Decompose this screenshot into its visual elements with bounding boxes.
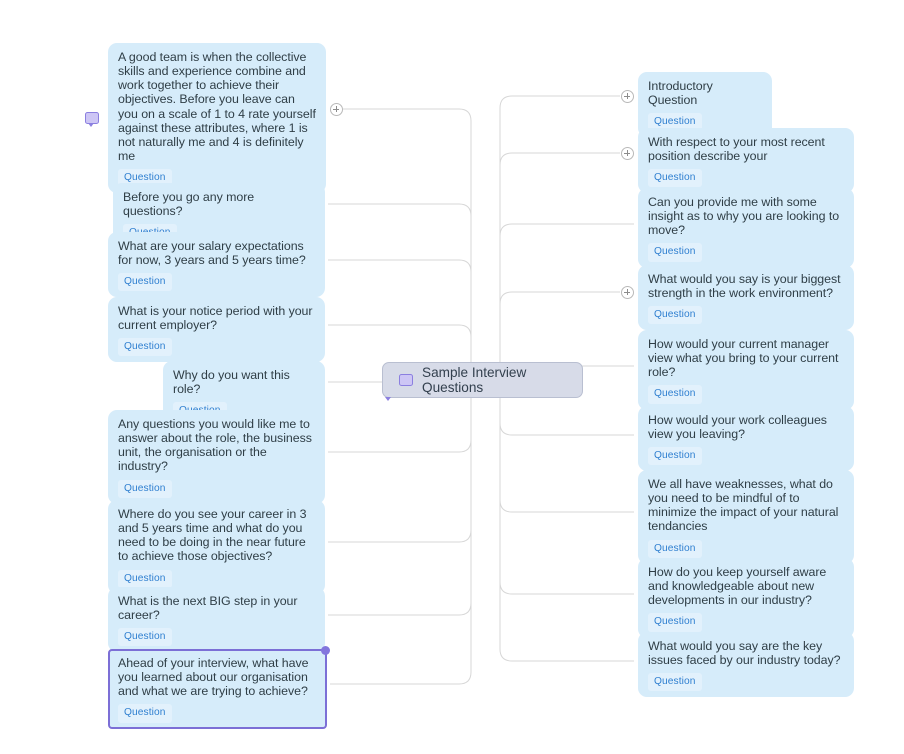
mindmap-node-r5[interactable]: How would your current manager view what… <box>638 330 854 410</box>
edge-right-r3 <box>499 223 634 237</box>
node-tag-chip[interactable]: Question <box>118 628 172 647</box>
mindmap-node-r9[interactable]: What would you say are the key issues fa… <box>638 632 854 698</box>
comment-icon[interactable] <box>85 112 99 128</box>
node-tag-chip[interactable]: Question <box>118 479 172 498</box>
node-text: Introductory Question <box>648 79 713 108</box>
node-text: What are your salary expectations for no… <box>118 239 306 268</box>
node-text: Why do you want this role? <box>173 368 290 397</box>
mindmap-node-r7[interactable]: We all have weaknesses, what do you need… <box>638 470 854 564</box>
node-tag-chip[interactable]: Question <box>118 273 172 292</box>
node-text: We all have weaknesses, what do you need… <box>648 477 839 534</box>
edge-left-l6 <box>328 439 472 453</box>
expand-toggle-l1[interactable] <box>329 102 343 116</box>
node-tag-chip[interactable]: Question <box>648 447 702 466</box>
mindmap-node-l8[interactable]: What is the next BIG step in your career… <box>108 587 325 653</box>
mindmap-node-l4[interactable]: What is your notice period with your cur… <box>108 297 325 363</box>
edge-right-r7 <box>499 499 634 513</box>
node-text: What is your notice period with your cur… <box>118 304 313 333</box>
node-text: How would your current manager view what… <box>648 337 839 380</box>
node-tag-chip[interactable]: Question <box>648 243 702 262</box>
edge-left-l3 <box>328 259 472 273</box>
mindmap-node-r6[interactable]: How would your work colleagues view you … <box>638 406 854 472</box>
edge-left-l2 <box>328 203 472 217</box>
mindmap-node-r4[interactable]: What would you say is your biggest stren… <box>638 265 854 331</box>
edge-right-r1 <box>499 95 620 109</box>
mindmap-node-r8[interactable]: How do you keep yourself aware and knowl… <box>638 558 854 638</box>
root-node[interactable]: Sample Interview Questions <box>382 362 583 398</box>
node-text: What is the next BIG step in your career… <box>118 594 298 623</box>
edge-right-r8 <box>499 581 634 595</box>
node-text: Any questions you would like me to answe… <box>118 417 312 474</box>
node-text: Can you provide me with some insight as … <box>648 195 840 238</box>
node-text: With respect to your most recent positio… <box>648 135 825 164</box>
edge-right-r2 <box>499 152 620 166</box>
mindmap-node-r2[interactable]: With respect to your most recent positio… <box>638 128 854 194</box>
node-text: How do you keep yourself aware and knowl… <box>648 565 827 608</box>
root-label: Sample Interview Questions <box>422 365 527 395</box>
mindmap-node-r3[interactable]: Can you provide me with some insight as … <box>638 188 854 268</box>
node-tag-chip[interactable]: Question <box>648 385 702 404</box>
node-tag-chip[interactable]: Question <box>118 338 172 357</box>
edge-left-l7 <box>328 529 472 543</box>
node-tag-chip[interactable]: Question <box>648 673 702 692</box>
edge-left-l4 <box>328 324 472 338</box>
node-text: Ahead of your interview, what have you l… <box>118 656 309 699</box>
mindmap-node-l1[interactable]: A good team is when the collective skill… <box>85 43 326 194</box>
node-text: What would you say is your biggest stren… <box>648 272 841 301</box>
node-tag-chip[interactable]: Question <box>118 704 172 723</box>
edge-left-l8 <box>328 602 472 616</box>
edge-right-r4 <box>499 291 620 305</box>
node-tag-chip[interactable]: Question <box>648 613 702 632</box>
edge-right-r6 <box>499 422 634 436</box>
node-text: What would you say are the key issues fa… <box>648 639 841 668</box>
edge-left-l9 <box>330 671 472 685</box>
expand-toggle-r2[interactable] <box>620 146 634 160</box>
mindmap-canvas[interactable]: Sample Interview Questions A good team i… <box>0 0 904 754</box>
node-tag-chip[interactable]: Question <box>648 539 702 558</box>
node-text: Where do you see your career in 3 and 5 … <box>118 507 307 564</box>
mindmap-node-l3[interactable]: What are your salary expectations for no… <box>108 232 325 298</box>
node-drag-handle[interactable] <box>321 646 330 655</box>
node-text: Before you go any more questions? <box>123 190 255 219</box>
edge-right-r9 <box>499 648 634 662</box>
expand-toggle-r4[interactable] <box>620 285 634 299</box>
comment-icon <box>399 374 413 386</box>
expand-toggle-r1[interactable] <box>620 89 634 103</box>
node-tag-chip[interactable]: Question <box>118 569 172 588</box>
mindmap-node-l7[interactable]: Where do you see your career in 3 and 5 … <box>108 500 325 594</box>
mindmap-node-l9[interactable]: Ahead of your interview, what have you l… <box>108 646 330 729</box>
node-tag-chip[interactable]: Question <box>648 306 702 325</box>
node-tag-chip[interactable]: Question <box>648 169 702 188</box>
node-text: A good team is when the collective skill… <box>118 50 316 163</box>
edge-left-l1 <box>343 108 472 122</box>
mindmap-node-l6[interactable]: Any questions you would like me to answe… <box>108 410 325 504</box>
node-text: How would your work colleagues view you … <box>648 413 827 442</box>
